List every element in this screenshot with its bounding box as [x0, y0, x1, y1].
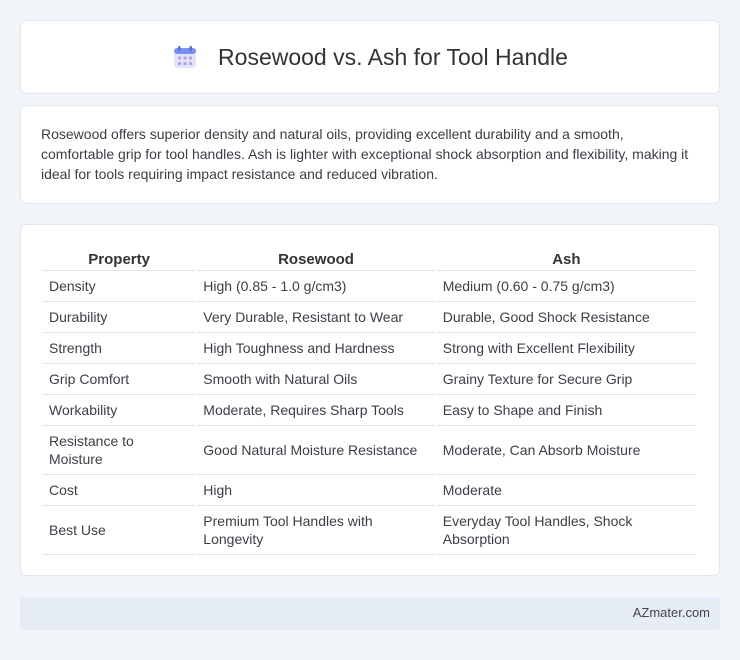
page-title: Rosewood vs. Ash for Tool Handle [218, 43, 568, 70]
column-header-ash: Ash [436, 245, 696, 271]
table-row: Grip Comfort Smooth with Natural Oils Gr… [43, 364, 696, 395]
title-card: Rosewood vs. Ash for Tool Handle [20, 20, 720, 94]
property-cell: Resistance to Moisture [43, 426, 196, 475]
ash-cell: Moderate, Can Absorb Moisture [436, 426, 696, 475]
rosewood-cell: Moderate, Requires Sharp Tools [197, 395, 435, 426]
table-row: Best Use Premium Tool Handles with Longe… [43, 506, 696, 555]
column-header-property: Property [43, 245, 196, 271]
ash-cell: Medium (0.60 - 0.75 g/cm3) [436, 271, 696, 302]
description-card: Rosewood offers superior density and nat… [20, 105, 720, 204]
table-row: Durability Very Durable, Resistant to We… [43, 302, 696, 333]
ash-cell: Easy to Shape and Finish [436, 395, 696, 426]
description-text: Rosewood offers superior density and nat… [41, 126, 689, 182]
rosewood-cell: High [197, 475, 435, 506]
rosewood-cell: Good Natural Moisture Resistance [197, 426, 435, 475]
property-cell: Cost [43, 475, 196, 506]
table-row: Workability Moderate, Requires Sharp Too… [43, 395, 696, 426]
rosewood-cell: Smooth with Natural Oils [197, 364, 435, 395]
table-header-row: Property Rosewood Ash [43, 245, 696, 271]
table-row: Strength High Toughness and Hardness Str… [43, 333, 696, 364]
calendar-icon [174, 46, 197, 68]
property-cell: Best Use [43, 506, 196, 555]
rosewood-cell: High Toughness and Hardness [197, 333, 435, 364]
ash-cell: Everyday Tool Handles, Shock Absorption [436, 506, 696, 555]
comparison-table: Property Rosewood Ash Density High (0.85… [41, 245, 698, 555]
ash-cell: Strong with Excellent Flexibility [436, 333, 696, 364]
property-cell: Durability [43, 302, 196, 333]
ash-cell: Grainy Texture for Secure Grip [436, 364, 696, 395]
property-cell: Strength [43, 333, 196, 364]
table-row: Resistance to Moisture Good Natural Mois… [43, 426, 696, 475]
rosewood-cell: Very Durable, Resistant to Wear [197, 302, 435, 333]
rosewood-cell: High (0.85 - 1.0 g/cm3) [197, 271, 435, 302]
property-cell: Density [43, 271, 196, 302]
rosewood-cell: Premium Tool Handles with Longevity [197, 506, 435, 555]
comparison-card: Property Rosewood Ash Density High (0.85… [20, 224, 720, 576]
ash-cell: Moderate [436, 475, 696, 506]
property-cell: Grip Comfort [43, 364, 196, 395]
property-cell: Workability [43, 395, 196, 426]
ash-cell: Durable, Good Shock Resistance [436, 302, 696, 333]
table-row: Cost High Moderate [43, 475, 696, 506]
table-row: Density High (0.85 - 1.0 g/cm3) Medium (… [43, 271, 696, 302]
footer-bar: AZmater.com [20, 597, 720, 630]
column-header-rosewood: Rosewood [197, 245, 435, 271]
footer-brand: AZmater.com [632, 605, 710, 620]
